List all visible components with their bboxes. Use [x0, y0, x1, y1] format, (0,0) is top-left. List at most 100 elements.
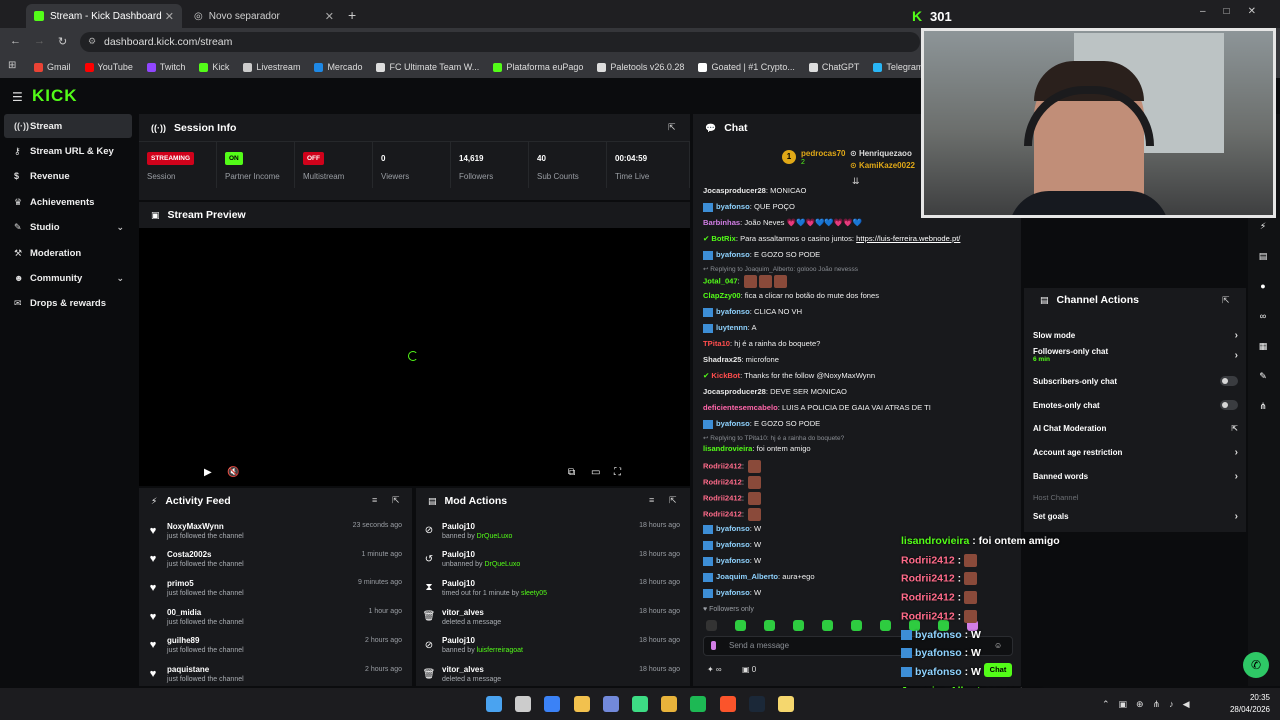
support-chat-icon[interactable]: ✆ [1243, 652, 1269, 678]
emote-shortcut-icon[interactable] [822, 619, 833, 631]
fullscreen-icon[interactable]: ⛶ [614, 467, 621, 478]
list-icon[interactable]: ▦ [1256, 341, 1270, 352]
chat-username[interactable]: TPita10 [703, 339, 730, 348]
close-icon[interactable]: ✕ [325, 10, 334, 23]
expand-chevron-icon[interactable]: ⇊ [852, 176, 860, 187]
bookmark-item[interactable]: Paletools v26.0.28 [597, 62, 684, 72]
apps-grid-icon[interactable]: ⊞ [8, 60, 16, 71]
mod-username[interactable]: Pauloj10 [442, 636, 523, 645]
emoji-icon[interactable]: ☺ [994, 641, 1002, 650]
activity-username[interactable]: paquistane [167, 665, 244, 674]
filter-icon[interactable]: ≡ [372, 495, 377, 505]
clock-date[interactable]: 28/04/2026 [1216, 705, 1270, 714]
emote-shortcut-icon[interactable] [851, 619, 862, 631]
window-controls[interactable]: –□✕ [1200, 6, 1274, 17]
bookmark-item[interactable]: Kick [199, 62, 229, 72]
chat-username[interactable]: byafonso [716, 307, 750, 316]
activity-username[interactable]: NoxyMaxWynn [167, 522, 244, 531]
activity-username[interactable]: Costa2002s [167, 550, 244, 559]
document-icon[interactable]: ▤ [1256, 251, 1270, 262]
chat-link[interactable]: https://luis-ferreira.webnode.pt/ [856, 234, 960, 243]
chat-username[interactable]: luytennn [716, 323, 748, 332]
share-icon[interactable]: ⋔ [1256, 401, 1270, 412]
back-arrow-icon[interactable]: ← [10, 35, 21, 47]
system-tray[interactable]: ⌃▣⊕⋔♪◀ [1102, 699, 1199, 710]
theater-icon[interactable]: ▭ [591, 467, 600, 478]
emote-shortcut-icon[interactable] [764, 619, 775, 631]
top-user-1[interactable]: pedrocas70 [801, 149, 845, 158]
bookmark-item[interactable]: Plataforma euPago [493, 62, 583, 72]
channel-action-slow-mode[interactable]: Slow mode › [1033, 326, 1238, 344]
top-user-2[interactable]: ⊙ Henriquezaoo [850, 149, 912, 158]
sidebar-item-stream[interactable]: ((·)) Stream [4, 114, 132, 138]
chat-username[interactable]: byafonso [716, 419, 750, 428]
channel-action-ai-chat-moderation[interactable]: AI Chat Moderation ⇱ [1033, 419, 1238, 437]
bookmark-item[interactable]: Goated | #1 Crypto... [698, 62, 795, 72]
chat-username[interactable]: ClapZzy00 [703, 291, 741, 300]
mod-username[interactable]: vitor_alves [442, 665, 501, 674]
bookmark-item[interactable]: ChatGPT [808, 62, 859, 72]
reload-icon[interactable]: ↻ [58, 35, 67, 48]
chat-username[interactable]: KickBot [711, 371, 740, 380]
channel-action-set-goals[interactable]: Set goals › [1033, 507, 1238, 525]
mod-username[interactable]: Pauloj10 [442, 550, 520, 559]
popout-icon[interactable]: ⇱ [1222, 295, 1230, 306]
clock-time[interactable]: 20:35 [1226, 693, 1270, 702]
chat-username[interactable]: Rodrii2412 [703, 494, 742, 503]
chat-username[interactable]: byafonso [716, 202, 750, 211]
chat-username[interactable]: byafonso [716, 250, 750, 259]
chat-username[interactable]: byafonso [716, 556, 750, 565]
bookmark-item[interactable]: Twitch [146, 62, 185, 72]
url-bar[interactable]: dashboard.kick.com/stream [80, 32, 920, 52]
sidebar-item-achievements[interactable]: ♛ Achievements [4, 190, 132, 214]
bookmark-item[interactable]: FC Ultimate Team W... [376, 62, 479, 72]
chat-username[interactable]: Rodrii2412 [703, 510, 742, 519]
sidebar-item-drops-rewards[interactable]: ✉ Drops & rewards [4, 292, 132, 316]
sidebar-item-stream-url-key[interactable]: ⚷ Stream URL & Key [4, 139, 132, 163]
toggle-switch[interactable] [1220, 376, 1238, 386]
bookmark-item[interactable]: Livestream [243, 62, 300, 72]
chat-username[interactable]: byafonso [716, 588, 750, 597]
send-chat-button[interactable]: Chat [984, 663, 1012, 677]
lightning-icon[interactable]: ⚡ [1256, 221, 1270, 232]
sidebar-item-studio[interactable]: ✎ Studio ⌄ [4, 216, 132, 240]
sidebar-item-revenue[interactable]: $ Revenue [4, 165, 132, 189]
channel-action-subscribers-only-chat[interactable]: Subscribers-only chat [1033, 372, 1238, 390]
color-picker-icon[interactable] [711, 641, 716, 650]
discord-icon[interactable] [602, 696, 619, 712]
channel-action-account-age-restriction[interactable]: Account age restriction › [1033, 443, 1238, 461]
menu-hamburger-icon[interactable]: ☰ [12, 90, 23, 104]
popout-icon[interactable]: ⇱ [669, 495, 677, 506]
settings-icon[interactable]: ✦ ∞ [707, 665, 722, 674]
bookmark-item[interactable]: Telegram [873, 62, 923, 72]
kick-logo[interactable]: KICK [32, 86, 78, 106]
emote-shortcut-icon[interactable] [880, 619, 891, 631]
chrome-icon[interactable] [661, 696, 678, 712]
chat-username[interactable]: Rodrii2412 [703, 478, 742, 487]
popout-icon[interactable]: ⇱ [668, 122, 676, 133]
brave-icon[interactable] [719, 696, 736, 712]
chat-username[interactable]: BotRix [711, 234, 735, 243]
sidebar-item-community[interactable]: ☻ Community ⌄ [4, 266, 132, 290]
mod-username[interactable]: Pauloj10 [442, 522, 512, 531]
emote-shortcut-icon[interactable] [735, 619, 746, 631]
activity-username[interactable]: 00_midia [167, 608, 244, 617]
windows-start-icon[interactable] [486, 696, 502, 712]
chat-username[interactable]: lisandrovieira [703, 444, 752, 453]
chat-username[interactable]: Rodrii2412 [703, 462, 742, 471]
activity-username[interactable]: guilhe89 [167, 636, 244, 645]
bookmark-item[interactable]: YouTube [84, 62, 133, 72]
emote-shortcut-icon[interactable] [793, 619, 804, 631]
link-icon[interactable]: ∞ [1256, 311, 1270, 321]
android-studio-icon[interactable] [632, 696, 648, 712]
steam-icon[interactable] [748, 696, 765, 712]
chat-username[interactable]: Barbinhas [703, 218, 740, 227]
chat-username[interactable]: Jotal_047 [703, 277, 738, 286]
spotify-icon[interactable] [690, 696, 707, 712]
channel-action-emotes-only-chat[interactable]: Emotes-only chat [1033, 396, 1238, 414]
chat-username[interactable]: Jocasproducer28 [703, 387, 766, 396]
chat-username[interactable]: byafonso [716, 524, 750, 533]
activity-username[interactable]: primo5 [167, 579, 244, 588]
play-icon[interactable]: ▶ [204, 467, 212, 478]
close-icon[interactable]: ✕ [165, 10, 174, 23]
